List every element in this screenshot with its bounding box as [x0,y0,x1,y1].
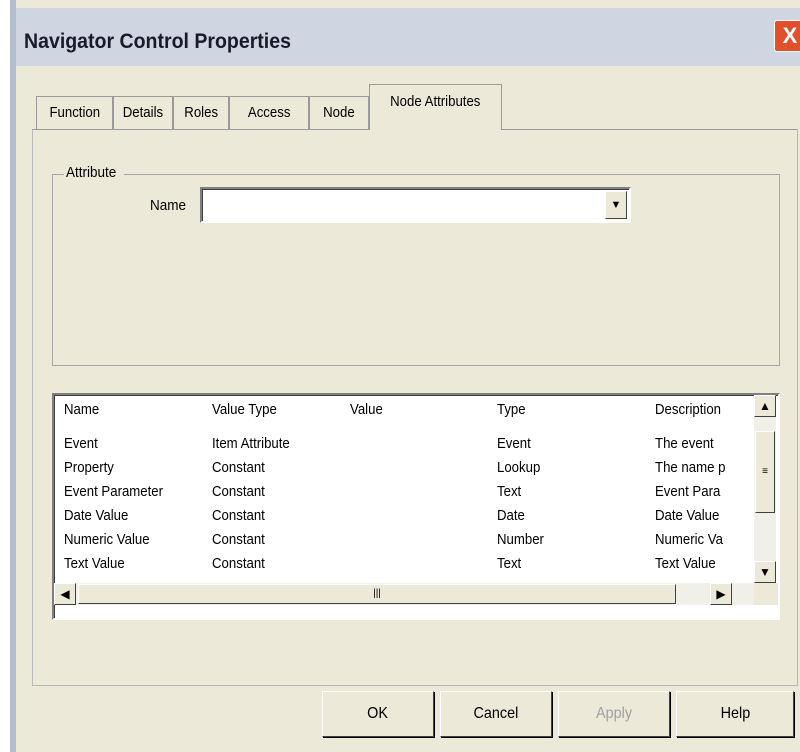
chevron-right-icon: ▶ [716,587,726,601]
cell-description: Numeric Va [655,531,723,548]
chevron-up-icon: ▲ [759,399,771,413]
cell-value-type: Constant [212,483,265,500]
cell-type: Lookup [497,459,541,476]
scrollbar-corner [754,583,778,605]
name-combobox[interactable]: ▼ [200,187,631,223]
window-title: Navigator Control Properties [24,30,291,53]
vertical-scroll-thumb[interactable]: ≡ [755,431,775,513]
cell-type: Text [497,483,522,500]
tab-access[interactable]: Access [229,96,309,129]
table-row[interactable]: Numeric Value Constant Number Numeric Va [54,531,754,555]
cell-value [350,459,495,476]
cell-name: Event Parameter [64,483,164,500]
attributes-listview[interactable]: Name Value Type Value Type Description E… [52,393,780,620]
table-row[interactable]: Property Constant Lookup The name p [54,459,754,483]
tab-roles[interactable]: Roles [173,96,229,129]
cell-type: Date [497,507,525,524]
cancel-button[interactable]: Cancel [440,691,552,737]
table-row[interactable]: Text Value Constant Text Text Value [54,555,754,579]
horizontal-scroll-thumb[interactable]: ||| [78,584,676,604]
cell-value-type: Item Attribute [212,435,290,452]
ok-button[interactable]: OK [322,691,434,737]
tab-node[interactable]: Node [309,96,369,129]
scroll-right-button[interactable]: ▶ [710,583,732,605]
listview-content: Name Value Type Value Type Description E… [54,395,754,583]
desktop-background [0,0,10,752]
cell-type: Number [497,531,544,548]
cell-description: Text Value [655,555,716,572]
cell-value [350,555,495,572]
chevron-down-icon: ▼ [610,199,622,211]
cell-description: Date Value [655,507,720,524]
cell-value-type: Constant [212,507,265,524]
cell-type: Event [497,435,531,452]
cell-name: Numeric Value [64,531,150,548]
cell-name: Property [64,459,114,476]
scroll-left-button[interactable]: ◀ [54,583,76,605]
cell-value [350,531,495,548]
chevron-left-icon: ◀ [60,587,70,601]
cell-name: Event [64,435,98,452]
listview-header: Name Value Type Value Type Description [54,395,754,423]
close-button[interactable]: X [774,20,800,52]
apply-button[interactable]: Apply [558,691,670,737]
cell-type: Text [497,555,522,572]
table-row[interactable]: Event Item Attribute Event The event [54,435,754,459]
dialog-window: Navigator Control Properties X Function … [16,0,800,752]
tab-function[interactable]: Function [36,96,113,129]
title-bar[interactable]: Navigator Control Properties [16,8,800,66]
column-header-value[interactable]: Value [350,401,387,418]
combobox-dropdown-button[interactable]: ▼ [605,191,627,219]
tab-details[interactable]: Details [113,96,173,129]
cell-value [350,483,495,500]
horizontal-scrollbar[interactable]: ◀ ||| ▶ [54,583,754,605]
cell-description: The event [655,435,714,452]
close-icon: X [782,23,798,48]
name-label: Name [150,197,187,214]
cell-value-type: Constant [212,531,265,548]
cell-value-type: Constant [212,459,265,476]
help-button[interactable]: Help [676,691,794,737]
grip-icon: ||| [373,588,381,599]
table-row[interactable]: Event Parameter Constant Text Event Para [54,483,754,507]
column-header-description[interactable]: Description [655,401,730,418]
scroll-down-button[interactable]: ▼ [754,561,776,583]
cell-value-type: Constant [212,555,265,572]
chevron-down-icon: ▼ [759,565,771,579]
table-row[interactable]: Date Value Constant Date Date Value [54,507,754,531]
column-header-value-type[interactable]: Value Type [212,401,286,418]
column-header-type[interactable]: Type [497,401,530,418]
grip-icon: ≡ [762,466,768,477]
cell-value [350,507,495,524]
cell-description: Event Para [655,483,721,500]
scroll-up-button[interactable]: ▲ [754,395,776,417]
column-header-name[interactable]: Name [64,401,104,418]
cell-name: Text Value [64,555,125,572]
cell-value [350,435,495,452]
cell-name: Date Value [64,507,129,524]
cell-description: The name p [655,459,726,476]
tab-node-attributes[interactable]: Node Attributes [369,84,502,130]
vertical-scrollbar[interactable]: ▲ ≡ ▼ [754,395,776,583]
attribute-group-legend: Attribute [64,164,124,181]
